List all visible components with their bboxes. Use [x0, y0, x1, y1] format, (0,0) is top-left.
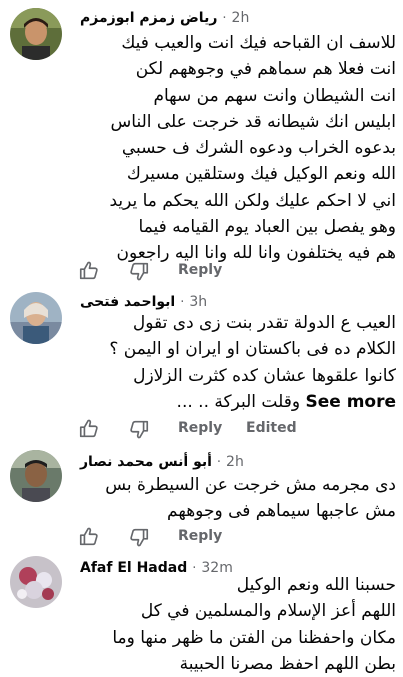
- comment-line: الكلام ده فى باكستان او ايران او اليمن ؟: [109, 339, 396, 360]
- comment-line: ابليس انك شيطانه قد خرجت على الناس: [110, 111, 396, 132]
- comment-actions: Reply: [78, 524, 278, 550]
- comment-line: الله ونعم الوكيل فيك وستلقين مسيرك: [126, 164, 396, 185]
- comment-line: See more وقلت البركة .. ...: [80, 389, 396, 415]
- thumbs-down-icon[interactable]: [128, 418, 150, 440]
- comment-line: وهو يفصل بين العباد يوم القيامه فيما: [138, 217, 396, 238]
- comment-line: دى مجرمه مش خرجت عن السيطرة بس: [105, 475, 396, 495]
- comment-text: للاسف ان القباحه فيك انت والعيب فيك انت …: [80, 30, 396, 267]
- comment-actions: Reply Edited: [78, 416, 328, 442]
- avatar[interactable]: [10, 8, 62, 60]
- timestamp[interactable]: 3h: [189, 294, 207, 310]
- timestamp[interactable]: 2h: [226, 454, 244, 470]
- avatar[interactable]: [10, 556, 62, 608]
- comment-line: مش عاجبها سيماهم فى وجوههم: [167, 501, 396, 522]
- author-name[interactable]: ابواحمد فتحى: [80, 294, 175, 310]
- author-name[interactable]: رياض زمزم ابوزمزم: [80, 10, 217, 26]
- comment-actions: Reply: [78, 258, 328, 284]
- avatar[interactable]: [10, 292, 62, 344]
- comment-line: انت الشيطان وانت سهم من سهام: [153, 85, 396, 106]
- see-more-link[interactable]: See more: [305, 392, 396, 412]
- comment-line: اني لا احكم عليك ولكن الله يحكم ما يريد: [109, 190, 396, 211]
- reply-button[interactable]: Reply: [178, 528, 222, 544]
- avatar-photo-3: [10, 450, 62, 502]
- separator-dot: ·: [216, 454, 222, 470]
- edited-label[interactable]: Edited: [246, 420, 297, 436]
- separator-dot: ·: [222, 10, 227, 26]
- comment-meta: رياض زمزم ابوزمزم · 2h: [80, 6, 249, 30]
- comment-line: كانوا علقوها عشان كده كثرت الزلازل: [133, 365, 396, 386]
- comment-line: بدعوه الخراب ودعوه الشرك ف حسبي: [121, 138, 396, 159]
- comment-line: العيب ع الدولة تقدر بنت زى دى تقول: [132, 313, 396, 333]
- author-name[interactable]: أبو أنس محمد نصار: [80, 454, 212, 470]
- reply-button[interactable]: Reply: [178, 262, 222, 278]
- avatar[interactable]: [10, 450, 62, 502]
- separator-dot: ·: [180, 294, 185, 310]
- thumbs-down-icon[interactable]: [128, 526, 150, 548]
- avatar-photo-4: [10, 556, 62, 608]
- thumbs-up-icon[interactable]: [78, 418, 100, 440]
- comment-line: اللهم أعز الإسلام والمسلمين في كل: [140, 601, 396, 622]
- comment-line: حسبنا الله ونعم الوكيل: [236, 575, 396, 595]
- comment-line: للاسف ان القباحه فيك انت والعيب فيك: [121, 33, 396, 53]
- comment-line: انت فعلا هم سماهم في وجوههم لكن: [135, 59, 396, 80]
- timestamp[interactable]: 2h: [232, 10, 250, 26]
- comment-text: حسبنا الله ونعم الوكيل اللهم أعز الإسلام…: [80, 572, 396, 677]
- thumbs-up-icon[interactable]: [78, 260, 100, 282]
- avatar-photo-2: [10, 292, 62, 344]
- thumbs-down-icon[interactable]: [128, 260, 150, 282]
- reply-button[interactable]: Reply: [178, 420, 222, 436]
- comment-text: دى مجرمه مش خرجت عن السيطرة بس مش عاجبها…: [80, 472, 396, 525]
- avatar-photo-1: [10, 8, 62, 60]
- comment-line: مكان واحفظنا من الفتن ما ظهر منها وما: [112, 627, 396, 648]
- comment-line: بطن اللهم احفظ مصرنا الحبيبة: [179, 653, 396, 674]
- comment-meta: أبو أنس محمد نصار · 2h: [80, 450, 244, 474]
- comment-line-text: وقلت البركة .. ...: [176, 391, 301, 412]
- comment-text: العيب ع الدولة تقدر بنت زى دى تقول الكلا…: [80, 310, 396, 415]
- thumbs-up-icon[interactable]: [78, 526, 100, 548]
